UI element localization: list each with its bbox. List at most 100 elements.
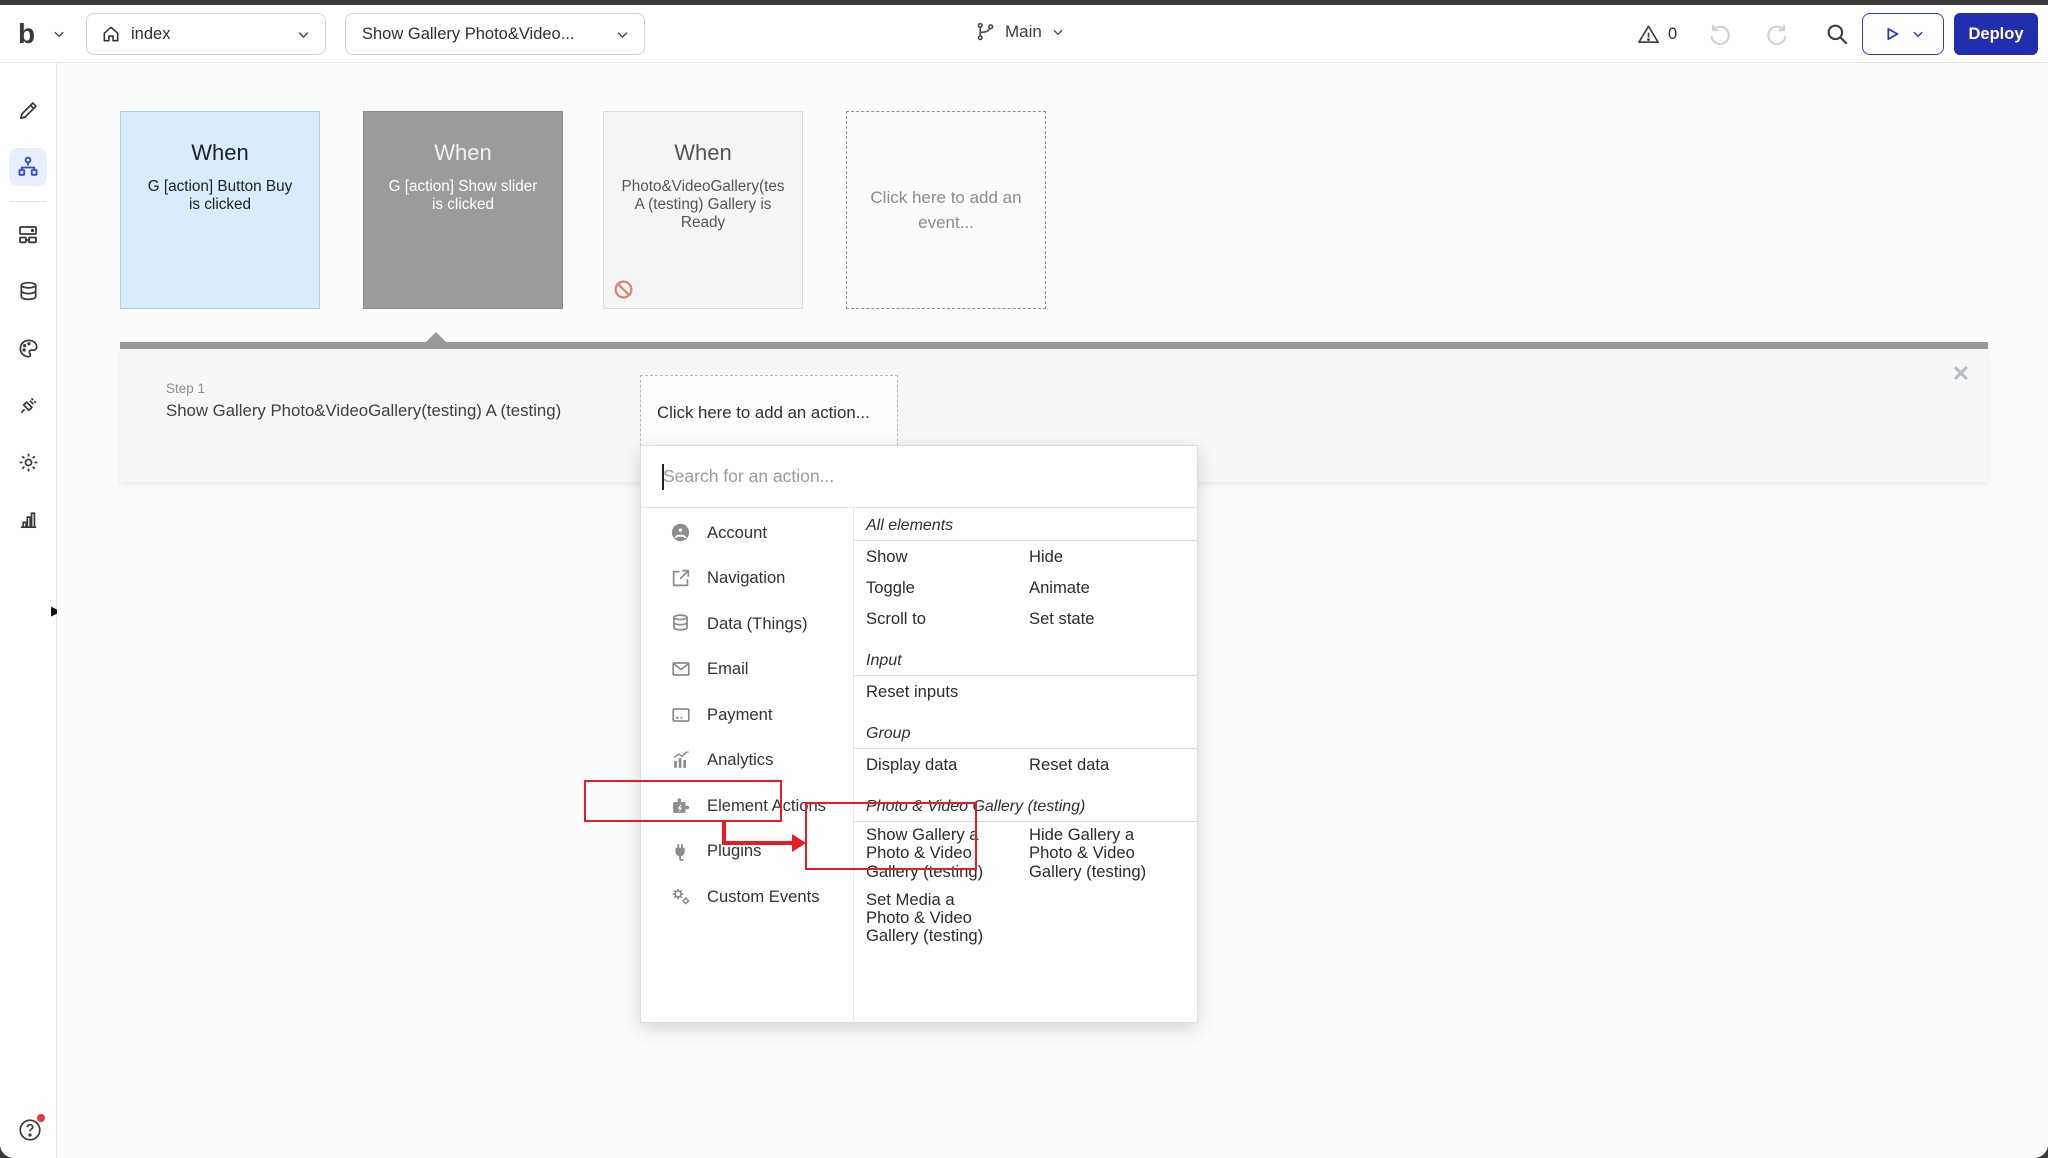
blocked-icon: [613, 279, 634, 300]
database-icon: [17, 280, 40, 303]
pencil-icon: [17, 99, 40, 122]
workflow-action-selector-value: Show Gallery Photo&Video...: [362, 24, 575, 43]
section-header-input: Input: [866, 652, 902, 669]
action-list: All elements Show Hide Toggle Animate Sc…: [854, 508, 1197, 1023]
event-card-gallery-ready[interactable]: When Photo&VideoGallery(tes A (testing) …: [603, 111, 803, 309]
action-display-data[interactable]: Display data: [866, 749, 1029, 780]
notification-dot: [37, 1114, 45, 1122]
category-label: Plugins: [707, 841, 762, 861]
plug-icon: [17, 394, 40, 417]
bubble-logo[interactable]: b: [18, 18, 35, 50]
action-search-input[interactable]: [663, 446, 1163, 506]
action-show-gallery[interactable]: Show Gallery a Photo & Video Gallery (te…: [866, 822, 1029, 887]
gears-icon: [669, 885, 692, 908]
step-number: Step 1: [166, 381, 206, 396]
action-search-row: [641, 446, 1197, 508]
event-card-show-slider[interactable]: When G [action] Show slider is clicked: [363, 111, 563, 309]
action-set-state[interactable]: Set state: [1029, 603, 1197, 634]
category-payment[interactable]: Payment: [641, 692, 853, 738]
logo-chevron-down-icon[interactable]: [52, 27, 66, 41]
section-header-all-elements: All elements: [866, 517, 954, 534]
event-description: G [action] Button Buy is clicked: [147, 178, 293, 214]
palette-icon: [17, 337, 40, 360]
category-navigation[interactable]: Navigation: [641, 556, 853, 602]
action-reset-data[interactable]: Reset data: [1029, 749, 1197, 780]
sidebar-item-design[interactable]: [9, 91, 47, 129]
editor-sidebar: [0, 63, 57, 1158]
action-category-list: Account Navigation Data (Things) Email P…: [641, 508, 854, 1023]
category-label: Analytics: [707, 750, 774, 770]
warning-triangle-icon: [1637, 23, 1660, 46]
workflow-action-selector[interactable]: Show Gallery Photo&Video...: [345, 13, 645, 55]
event-description: G [action] Show slider is clicked: [388, 178, 538, 214]
add-event-placeholder[interactable]: Click here to add an event...: [846, 111, 1046, 309]
branch-selector[interactable]: Main: [975, 21, 1065, 42]
category-label: Email: [707, 659, 749, 679]
step-strip-notch: [425, 332, 447, 343]
category-label: Payment: [707, 704, 773, 724]
category-plugins[interactable]: Plugins: [641, 829, 853, 875]
sidebar-item-settings[interactable]: [9, 443, 47, 481]
event-title: When: [191, 140, 249, 165]
action-menu-popup: Account Navigation Data (Things): [640, 445, 1198, 1023]
category-element-actions[interactable]: Element Actions: [641, 783, 853, 829]
category-label: Account: [707, 522, 767, 542]
branch-chevron-icon: [1051, 25, 1065, 39]
search-icon[interactable]: [1824, 21, 1850, 47]
action-scroll-to[interactable]: Scroll to: [866, 603, 1029, 634]
step-title: Show Gallery Photo&VideoGallery(testing)…: [166, 401, 562, 420]
action-toggle[interactable]: Toggle: [866, 572, 1029, 603]
sidebar-item-components[interactable]: [9, 215, 47, 253]
action-hide[interactable]: Hide: [1029, 541, 1197, 572]
event-title: When: [434, 140, 492, 165]
page-selector[interactable]: index: [86, 13, 326, 55]
envelope-icon: [669, 658, 692, 681]
branch-name: Main: [1005, 21, 1042, 41]
action-set-media[interactable]: Set Media a Photo & Video Gallery (testi…: [866, 887, 1029, 952]
category-label: Data (Things): [707, 613, 808, 633]
section-header-photo-video-gallery: Photo & Video Gallery (testing): [866, 798, 1086, 815]
components-icon: [16, 222, 40, 246]
category-account[interactable]: Account: [641, 510, 853, 556]
add-event-label: Click here to add an event...: [870, 187, 1022, 233]
puzzle-bolt-icon: [669, 794, 692, 817]
close-icon[interactable]: ✕: [1952, 361, 1970, 387]
analytics-icon: [669, 749, 692, 772]
sidebar-divider: [10, 201, 46, 202]
sidebar-item-plugins[interactable]: [9, 386, 47, 424]
category-email[interactable]: Email: [641, 647, 853, 693]
help-button[interactable]: [17, 1114, 45, 1143]
share-icon: [669, 567, 692, 590]
database-icon: [669, 612, 692, 635]
action-show[interactable]: Show: [866, 541, 1029, 572]
issues-indicator[interactable]: 0: [1637, 23, 1677, 46]
home-icon: [101, 24, 121, 44]
git-branch-icon: [975, 21, 996, 42]
redo-icon[interactable]: [1765, 21, 1791, 47]
credit-card-icon: [669, 703, 692, 726]
deploy-button[interactable]: Deploy: [1954, 13, 2038, 55]
undo-icon[interactable]: [1706, 21, 1732, 47]
action-animate[interactable]: Animate: [1029, 572, 1197, 603]
plug-icon: [669, 840, 692, 863]
sidebar-item-styles[interactable]: [9, 329, 47, 367]
event-card-button-buy[interactable]: When G [action] Button Buy is clicked: [120, 111, 320, 309]
gear-icon: [17, 451, 40, 474]
category-analytics[interactable]: Analytics: [641, 738, 853, 784]
add-action-placeholder[interactable]: Click here to add an action...: [640, 375, 898, 451]
page-selector-value: index: [131, 24, 171, 43]
category-data-things[interactable]: Data (Things): [641, 601, 853, 647]
chart-icon: [17, 508, 40, 531]
category-custom-events[interactable]: Custom Events: [641, 874, 853, 920]
step-strip: [120, 342, 1988, 349]
category-label: Navigation: [707, 568, 786, 588]
sidebar-item-data[interactable]: [9, 272, 47, 310]
category-label: Element Actions: [707, 795, 826, 815]
add-action-label: Click here to add an action...: [657, 403, 870, 422]
sidebar-item-logs[interactable]: [9, 500, 47, 538]
action-hide-gallery[interactable]: Hide Gallery a Photo & Video Gallery (te…: [1029, 822, 1197, 887]
preview-button[interactable]: [1862, 13, 1944, 55]
issues-count: 0: [1668, 25, 1678, 43]
action-reset-inputs[interactable]: Reset inputs: [866, 676, 1029, 707]
sidebar-item-workflow[interactable]: [9, 148, 47, 186]
